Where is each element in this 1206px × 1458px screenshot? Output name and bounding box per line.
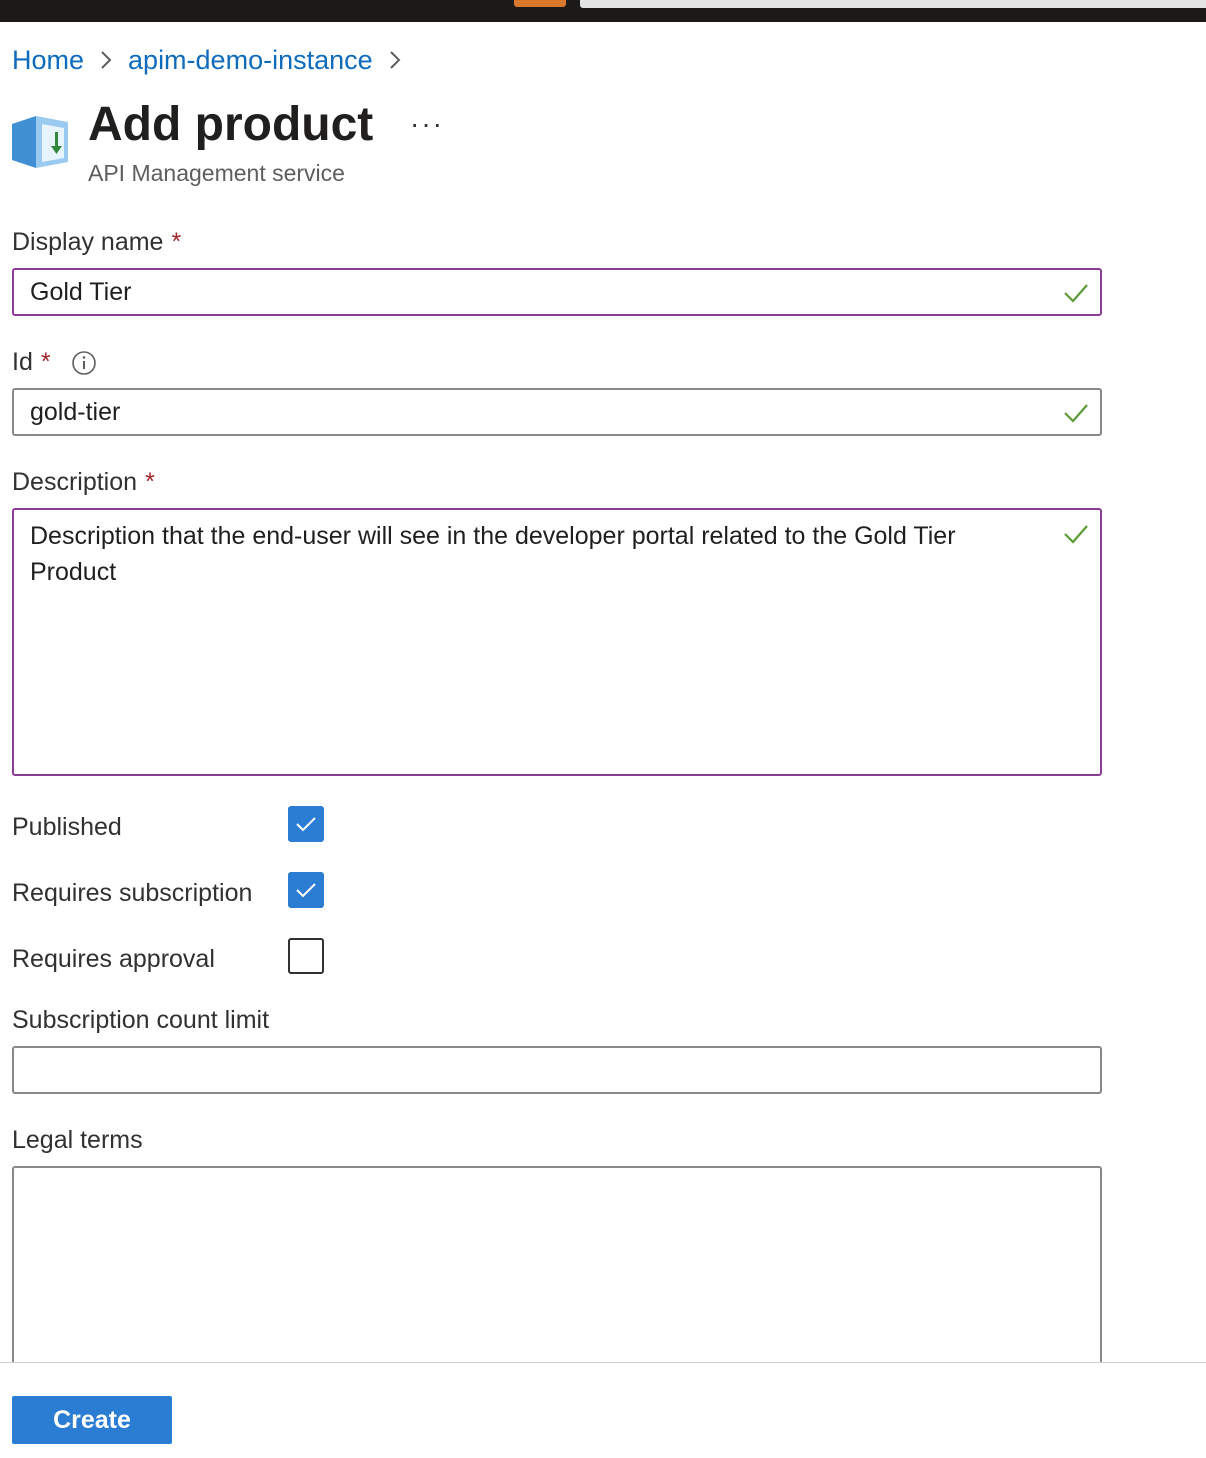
valid-check-icon — [1064, 284, 1088, 303]
product-box-icon — [10, 110, 72, 172]
requires-approval-checkbox[interactable] — [288, 938, 324, 974]
checkmark-icon — [296, 883, 316, 898]
subscription-count-limit-input[interactable] — [12, 1046, 1102, 1094]
display-name-label-text: Display name — [12, 228, 164, 256]
portal-logo-tab[interactable] — [514, 0, 566, 7]
id-label: Id * — [12, 348, 97, 377]
legal-terms-label-text: Legal terms — [12, 1126, 143, 1154]
published-checkbox[interactable] — [288, 806, 324, 842]
requires-approval-label: Requires approval — [12, 944, 215, 973]
description-label: Description * — [12, 468, 155, 497]
description-label-text: Description — [12, 468, 138, 496]
chevron-right-icon — [84, 49, 128, 71]
subscription-count-limit-label: Subscription count limit — [12, 1006, 269, 1035]
requires-subscription-row: Requires subscription — [12, 874, 252, 912]
chevron-right-icon — [373, 49, 417, 71]
description-textarea[interactable]: Description that the end-user will see i… — [12, 508, 1102, 776]
required-asterisk: * — [40, 348, 51, 376]
description-value: Description that the end-user will see i… — [30, 522, 956, 586]
published-label: Published — [12, 812, 122, 841]
id-input[interactable]: gold-tier — [12, 388, 1102, 436]
info-icon[interactable] — [71, 350, 97, 376]
display-name-input[interactable]: Gold Tier — [12, 268, 1102, 316]
breadcrumb-instance-link[interactable]: apim-demo-instance — [128, 45, 373, 76]
required-asterisk: * — [171, 228, 182, 256]
id-value: gold-tier — [30, 398, 121, 426]
required-asterisk: * — [145, 468, 155, 496]
footer-bar — [0, 1363, 1206, 1458]
requires-subscription-label: Requires subscription — [12, 878, 253, 907]
checkmark-icon — [296, 817, 316, 832]
display-name-value: Gold Tier — [30, 278, 132, 306]
top-navigation-bar — [0, 0, 1206, 22]
breadcrumb: Home apim-demo-instance — [12, 42, 417, 78]
create-button[interactable]: Create — [12, 1396, 172, 1444]
page-subtitle: API Management service — [88, 160, 345, 186]
published-row: Published — [12, 808, 122, 846]
global-search-bar[interactable] — [580, 0, 1206, 8]
legal-terms-label: Legal terms — [12, 1126, 143, 1155]
valid-check-icon — [1064, 525, 1088, 544]
breadcrumb-home-link[interactable]: Home — [12, 45, 84, 76]
display-name-label: Display name * — [12, 228, 181, 257]
footer-divider — [0, 1362, 1206, 1363]
valid-check-icon — [1064, 404, 1088, 423]
page-title: Add product — [88, 98, 374, 151]
subscription-count-limit-label-text: Subscription count limit — [12, 1006, 270, 1034]
more-options-button[interactable]: ··· — [410, 108, 444, 140]
requires-approval-row: Requires approval — [12, 940, 215, 978]
id-label-text: Id — [12, 348, 33, 376]
requires-subscription-checkbox[interactable] — [288, 872, 324, 908]
